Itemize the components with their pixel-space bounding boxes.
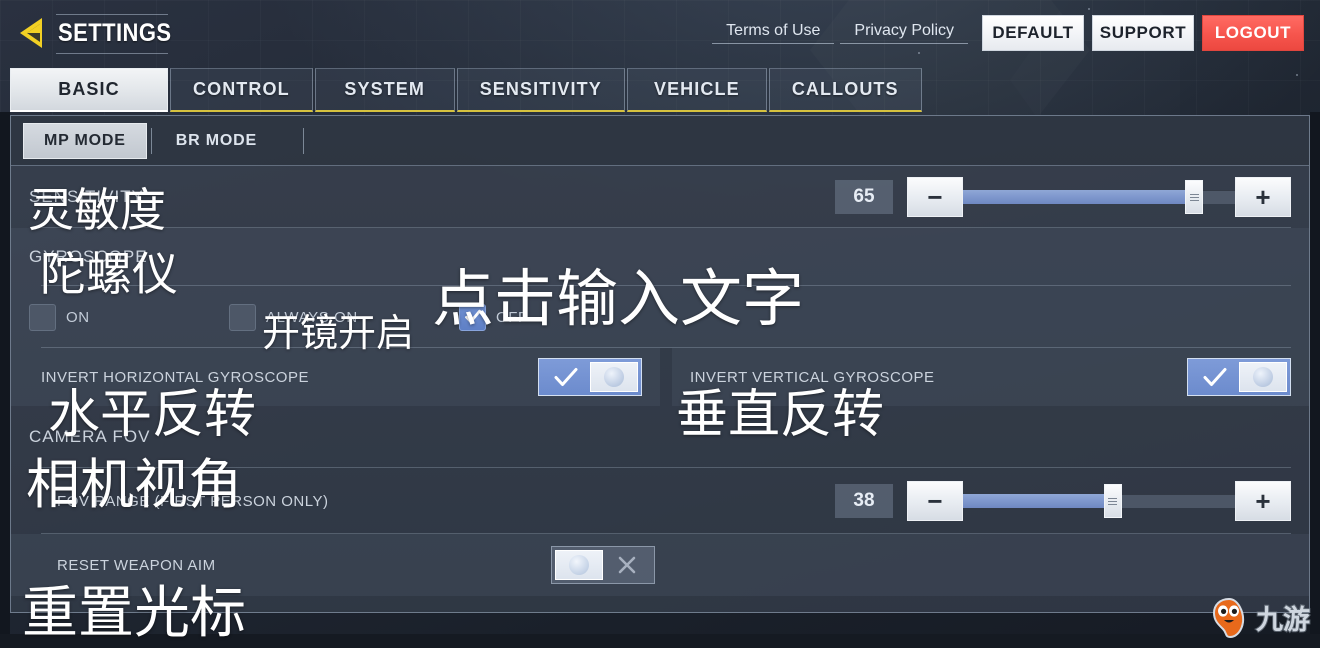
invert-horizontal-cell: INVERT HORIZONTAL GYROSCOPE <box>11 348 660 406</box>
tab-system[interactable]: SYSTEM <box>314 68 455 112</box>
app-header: SETTINGS Terms of Use Privacy Policy DEF… <box>0 0 1320 66</box>
invert-row-gap <box>660 348 672 406</box>
mascot-icon <box>1212 597 1245 639</box>
sensitivity-slider-thumb[interactable] <box>1185 180 1204 214</box>
page-title: SETTINGS <box>58 18 172 47</box>
sensitivity-slider-group: 65 − + <box>835 177 1291 217</box>
terms-of-use-link[interactable]: Terms of Use <box>712 22 835 44</box>
left-edge-strip <box>0 112 10 648</box>
subtab-mp-mode[interactable]: MP MODE <box>23 122 147 159</box>
fov-slider-thumb[interactable] <box>1103 484 1122 518</box>
row-sensitivity: SENSITIVITY 65 − + <box>11 166 1309 228</box>
toggle-dot <box>1253 367 1273 387</box>
checkbox-always-on-label: ALWAYS ON <box>266 308 358 326</box>
toggle-dot <box>569 555 589 575</box>
check-icon <box>1203 368 1227 386</box>
default-button[interactable]: DEFAULT <box>982 15 1084 51</box>
checkbox-on[interactable] <box>29 303 56 331</box>
fov-decrease-button[interactable]: − <box>907 481 963 521</box>
toggle-dot <box>604 367 624 387</box>
footer-strip <box>0 634 1320 648</box>
fov-slider-track[interactable] <box>963 481 1235 521</box>
settings-screen: SETTINGS Terms of Use Privacy Policy DEF… <box>0 0 1320 648</box>
subtab-divider <box>150 127 152 154</box>
toggle-check-side <box>1191 362 1239 392</box>
gyroscope-option-off[interactable]: OFF <box>459 303 528 331</box>
toggle-knob <box>555 550 603 580</box>
watermark-text: 九游 <box>1255 604 1311 637</box>
back-arrow-icon[interactable] <box>16 16 50 50</box>
fov-increase-button[interactable]: + <box>1235 481 1291 521</box>
invert-vertical-toggle[interactable] <box>1187 358 1291 396</box>
close-icon <box>618 556 636 574</box>
row-gyroscope-header: GYROSCOPE <box>11 228 1309 286</box>
watermark: 九游 <box>1206 594 1311 640</box>
checkbox-always-on[interactable] <box>229 303 256 331</box>
settings-rows: SENSITIVITY 65 − + GYROSCOPE ON ALWAYS O… <box>11 166 1309 596</box>
fov-slider-group: 38 − + <box>835 481 1291 521</box>
subtab-divider <box>302 127 304 154</box>
support-button[interactable]: SUPPORT <box>1092 15 1194 51</box>
reset-weapon-aim-toggle[interactable] <box>551 546 655 584</box>
reset-weapon-aim-label: RESET WEAPON AIM <box>57 556 216 574</box>
title-rule-top <box>56 14 168 15</box>
settings-panel: MP MODE BR MODE SENSITIVITY 65 − + GYROS… <box>10 115 1310 613</box>
tab-control[interactable]: CONTROL <box>170 68 313 112</box>
gyroscope-label: GYROSCOPE <box>29 247 148 266</box>
slider-fill <box>963 494 1113 508</box>
invert-horizontal-label: INVERT HORIZONTAL GYROSCOPE <box>41 368 309 386</box>
check-icon <box>464 309 481 323</box>
checkbox-off[interactable] <box>459 303 486 331</box>
checkbox-off-label: OFF <box>496 308 528 326</box>
row-camera-fov-header: CAMERA FOV <box>11 406 1309 468</box>
right-edge-strip <box>1310 112 1320 648</box>
row-invert-gyroscope: INVERT HORIZONTAL GYROSCOPE INVERT VERTI… <box>11 348 1309 406</box>
toggle-knob <box>590 362 638 392</box>
subtab-br-mode[interactable]: BR MODE <box>156 123 277 159</box>
sensitivity-label: SENSITIVITY <box>29 187 144 206</box>
checkbox-on-label: ON <box>66 308 90 326</box>
check-icon <box>554 368 578 386</box>
gyroscope-option-always-on[interactable]: ALWAYS ON <box>229 303 459 331</box>
title-rule-bottom <box>56 53 168 54</box>
logout-button[interactable]: LOGOUT <box>1202 15 1304 51</box>
sensitivity-decrease-button[interactable]: − <box>907 177 963 217</box>
sensitivity-increase-button[interactable]: + <box>1235 177 1291 217</box>
invert-horizontal-toggle[interactable] <box>538 358 642 396</box>
sensitivity-value: 65 <box>835 180 893 214</box>
fov-range-label: FOV RANGE (FIRST PERSON ONLY) <box>57 492 329 510</box>
header-actions: Terms of Use Privacy Policy DEFAULT SUPP… <box>712 15 1320 51</box>
tab-sensitivity[interactable]: SENSITIVITY <box>456 68 625 112</box>
invert-vertical-cell: INVERT VERTICAL GYROSCOPE <box>672 348 1309 406</box>
row-fov-range: FOV RANGE (FIRST PERSON ONLY) 38 − + <box>11 468 1309 534</box>
gyroscope-option-on[interactable]: ON <box>29 303 229 331</box>
toggle-check-side <box>542 362 590 392</box>
slider-fill <box>963 190 1195 204</box>
mode-subtab-bar: MP MODE BR MODE <box>11 116 1309 166</box>
sensitivity-slider-track[interactable] <box>963 177 1235 217</box>
tab-basic[interactable]: BASIC <box>10 68 168 112</box>
tab-vehicle[interactable]: VEHICLE <box>626 68 767 112</box>
toggle-cross-side <box>603 550 651 580</box>
fov-value: 38 <box>835 484 893 518</box>
main-tab-bar: BASIC CONTROL SYSTEM SENSITIVITY VEHICLE… <box>0 66 1320 112</box>
privacy-policy-link[interactable]: Privacy Policy <box>840 22 968 44</box>
row-reset-weapon-aim: RESET WEAPON AIM <box>11 534 1309 596</box>
camera-fov-label: CAMERA FOV <box>29 427 151 446</box>
row-gyroscope-options: ON ALWAYS ON OFF <box>11 286 1309 348</box>
invert-vertical-label: INVERT VERTICAL GYROSCOPE <box>690 368 935 386</box>
tab-callouts[interactable]: CALLOUTS <box>768 68 922 112</box>
toggle-knob <box>1239 362 1287 392</box>
